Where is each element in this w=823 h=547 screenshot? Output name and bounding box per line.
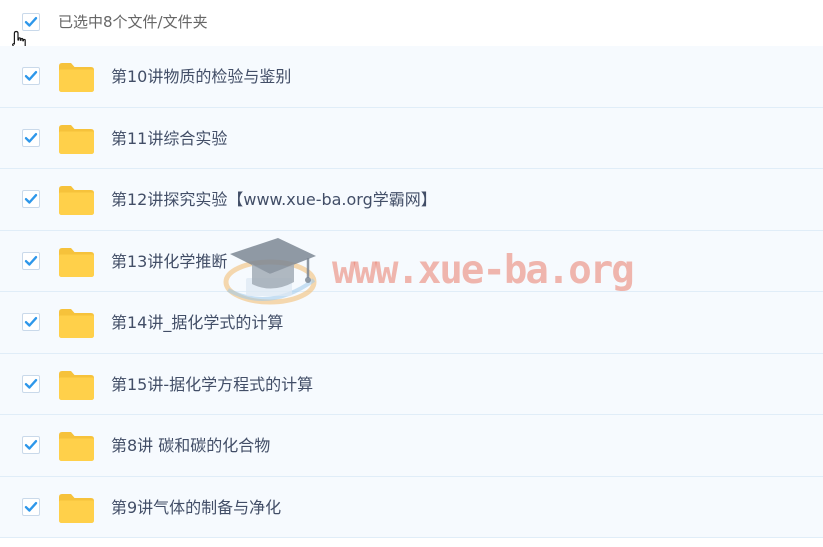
check-icon [24,132,38,143]
row-checkbox[interactable] [22,374,40,393]
folder-icon [59,63,94,92]
row-checkbox[interactable] [22,497,40,516]
check-icon [24,317,38,327]
row-checkbox[interactable] [22,128,40,147]
folder-icon [59,124,94,154]
file-name[interactable]: 第11讲综合实验 [111,128,227,150]
file-name[interactable]: 第12讲探究实验【www.xue-ba.org学霸网】 [111,189,437,211]
folder-icon [59,370,94,400]
row-checkbox[interactable] [22,313,40,331]
row-checkbox[interactable] [22,251,40,270]
folder-icon [59,309,94,338]
check-icon [24,255,38,266]
check-icon [24,378,38,389]
file-row[interactable]: 第12讲探究实验【www.xue-ba.org学霸网】 [0,169,823,231]
check-icon [24,71,38,81]
check-icon [24,440,38,450]
select-all-checkbox[interactable] [22,13,40,31]
check-icon [24,501,38,512]
selection-header: 已选中8个文件/文件夹 [0,0,823,46]
file-name[interactable]: 第8讲 碳和碳的化合物 [111,435,270,457]
file-row[interactable]: 第9讲气体的制备与净化 [0,476,823,538]
file-row[interactable]: 第15讲-据化学方程式的计算 [0,353,823,415]
folder-icon [59,186,94,215]
file-name[interactable]: 第15讲-据化学方程式的计算 [111,374,313,396]
folder-icon [59,493,94,523]
file-name[interactable]: 第13讲化学推断 [111,251,227,273]
file-list: 第10讲物质的检验与鉴别 第11讲综合实验 第12讲探究实验【www.xue-b… [0,46,823,538]
file-row[interactable]: 第8讲 碳和碳的化合物 [0,415,823,477]
file-row[interactable]: 第10讲物质的检验与鉴别 [0,46,823,108]
check-icon [24,17,38,27]
file-row[interactable]: 第14讲_据化学式的计算 [0,292,823,354]
file-name[interactable]: 第9讲气体的制备与净化 [111,497,281,519]
check-icon [24,194,38,204]
selection-summary: 已选中8个文件/文件夹 [58,13,208,31]
file-row[interactable]: 第13讲化学推断 [0,230,823,292]
file-name[interactable]: 第10讲物质的检验与鉴别 [111,66,291,88]
row-checkbox[interactable] [22,436,40,454]
row-checkbox[interactable] [22,190,40,208]
file-name[interactable]: 第14讲_据化学式的计算 [111,312,283,334]
folder-icon [59,247,94,277]
folder-icon [59,432,94,461]
file-row[interactable]: 第11讲综合实验 [0,107,823,169]
row-checkbox[interactable] [22,67,40,85]
